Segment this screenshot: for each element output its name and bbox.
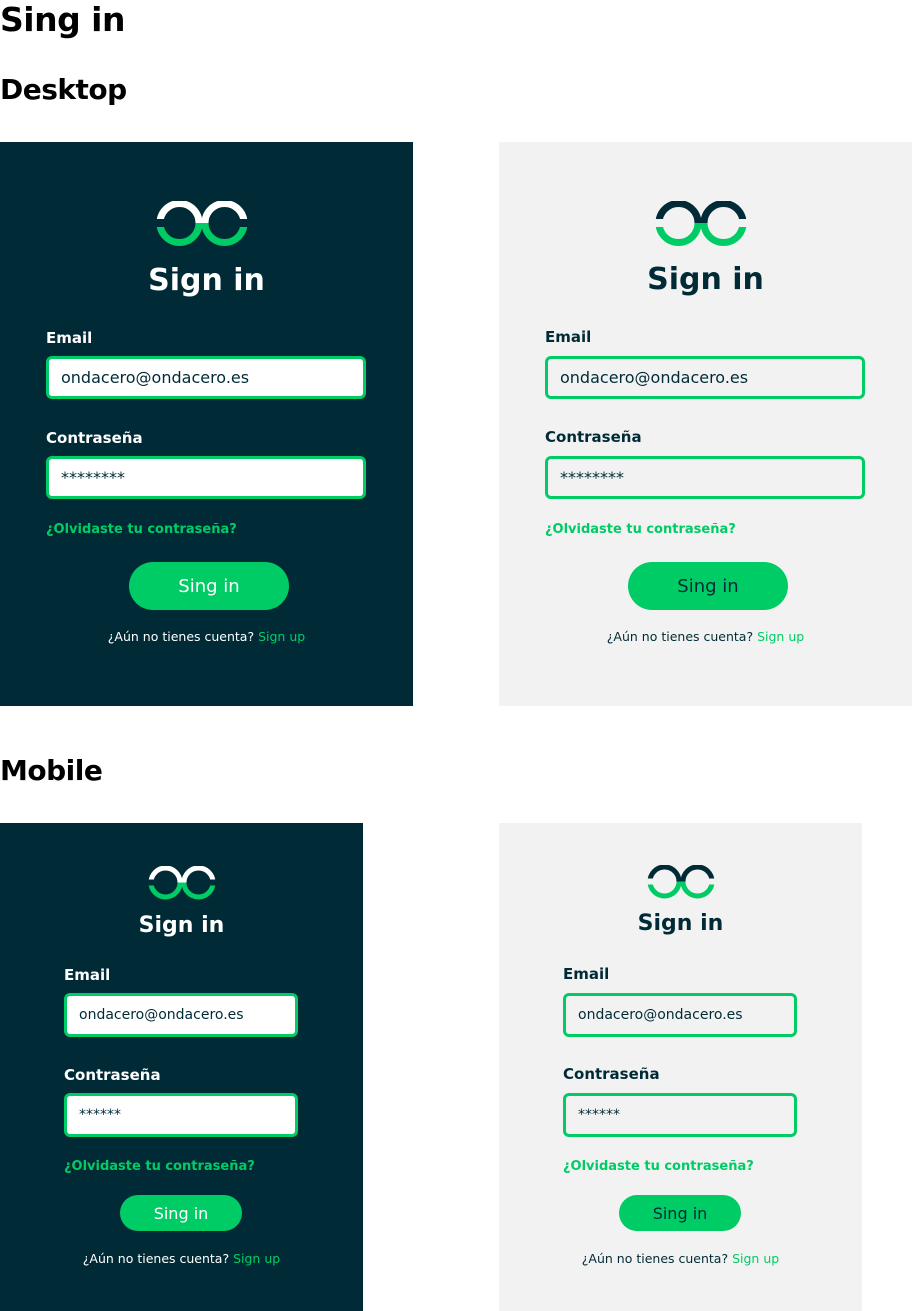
mobile-light-signin-panel: Sign in Email Contraseña ¿Olvidaste tu c…: [499, 823, 862, 1311]
forgot-password-link[interactable]: ¿Olvidaste tu contraseña?: [64, 1159, 255, 1174]
forgot-password-link[interactable]: ¿Olvidaste tu contraseña?: [46, 522, 237, 537]
signin-button[interactable]: Sing in: [129, 562, 289, 610]
email-label: Email: [545, 328, 592, 346]
password-field[interactable]: [46, 456, 366, 499]
signup-link[interactable]: Sign up: [233, 1251, 280, 1266]
ondacero-logo-icon: [155, 201, 249, 246]
signup-row: ¿Aún no tienes cuenta? Sign up: [499, 1251, 862, 1266]
password-label: Contraseña: [563, 1065, 660, 1083]
forgot-password-link[interactable]: ¿Olvidaste tu contraseña?: [563, 1159, 754, 1174]
desktop-light-signin-panel: Sign in Email Contraseña ¿Olvidaste tu c…: [499, 142, 912, 706]
signup-link[interactable]: Sign up: [757, 629, 804, 644]
signin-title: Sign in: [647, 262, 764, 297]
password-field[interactable]: [545, 456, 865, 499]
desktop-section-heading: Desktop: [0, 73, 127, 106]
signin-button[interactable]: Sing in: [628, 562, 788, 610]
forgot-password-link[interactable]: ¿Olvidaste tu contraseña?: [545, 522, 736, 537]
ondacero-logo-icon: [646, 865, 716, 899]
signup-row: ¿Aún no tienes cuenta? Sign up: [0, 629, 413, 644]
signin-button[interactable]: Sing in: [619, 1195, 741, 1231]
signup-link[interactable]: Sign up: [258, 629, 305, 644]
email-label: Email: [46, 329, 93, 347]
signin-title: Sign in: [637, 911, 724, 936]
desktop-dark-signin-panel: Sign in Email Contraseña ¿Olvidaste tu c…: [0, 142, 413, 706]
signin-button[interactable]: Sing in: [120, 1195, 242, 1231]
password-label: Contraseña: [64, 1066, 161, 1084]
ondacero-logo-icon: [654, 201, 748, 246]
ondacero-logo-icon: [147, 866, 217, 900]
signup-row: ¿Aún no tienes cuenta? Sign up: [0, 1251, 363, 1266]
no-account-text: ¿Aún no tienes cuenta?: [82, 1251, 230, 1266]
mobile-dark-signin-panel: Sign in Email Contraseña ¿Olvidaste tu c…: [0, 823, 363, 1311]
no-account-text: ¿Aún no tienes cuenta?: [107, 629, 255, 644]
password-field[interactable]: [64, 1093, 298, 1137]
signup-row: ¿Aún no tienes cuenta? Sign up: [499, 629, 912, 644]
email-label: Email: [64, 966, 111, 984]
password-label: Contraseña: [46, 429, 143, 447]
no-account-text: ¿Aún no tienes cuenta?: [606, 629, 754, 644]
mobile-section-heading: Mobile: [0, 754, 103, 787]
no-account-text: ¿Aún no tienes cuenta?: [581, 1251, 729, 1266]
signin-title: Sign in: [138, 913, 225, 938]
email-field[interactable]: [545, 356, 865, 399]
email-label: Email: [563, 965, 610, 983]
password-field[interactable]: [563, 1093, 797, 1137]
password-label: Contraseña: [545, 428, 642, 446]
email-field[interactable]: [563, 993, 797, 1037]
email-field[interactable]: [64, 993, 298, 1037]
signin-title: Sign in: [148, 263, 265, 298]
signup-link[interactable]: Sign up: [732, 1251, 779, 1266]
page-title: Sing in: [0, 0, 126, 39]
email-field[interactable]: [46, 356, 366, 399]
